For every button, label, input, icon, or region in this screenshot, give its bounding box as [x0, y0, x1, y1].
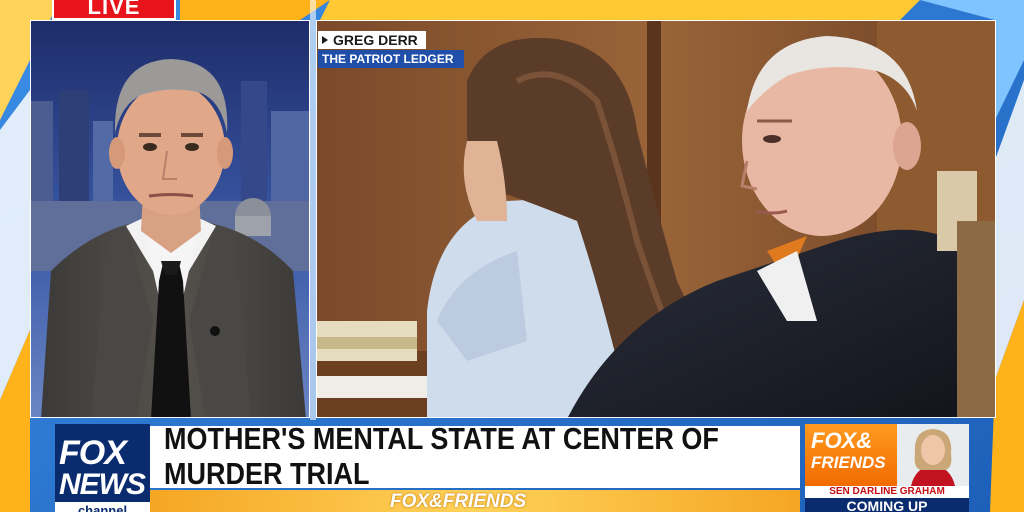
headline-text: MOTHER'S MENTAL STATE AT CENTER OF MURDE… [164, 422, 719, 491]
show-name: FOX&FRIENDS [390, 491, 527, 512]
photo-credit: GREG DERR THE PATRIOT LEDGER [318, 31, 464, 68]
play-triangle-icon [322, 36, 328, 44]
headline-banner: MOTHER'S MENTAL STATE AT CENTER OF MURDE… [150, 422, 800, 491]
fox-news-channel-logo: FOX NEWS channel [55, 424, 150, 512]
guest-video-feed [30, 20, 310, 418]
courtroom-video-feed [316, 20, 996, 418]
show-name-bar: FOX&FRIENDS [150, 490, 800, 512]
promo-logo-line2: FRIENDS [811, 453, 886, 472]
credit-name-tag: GREG DERR [318, 31, 426, 49]
coming-up-promo: FOX& FRIENDS SEN DARLINE GRAHAM COMING U… [805, 424, 969, 512]
credit-outlet: THE PATRIOT LEDGER [318, 50, 464, 68]
guest-video-image [31, 21, 309, 417]
courtroom-video-image [317, 21, 995, 417]
promo-guest-name: SEN DARLINE GRAHAM [805, 486, 969, 498]
live-badge: LIVE [52, 0, 176, 20]
promo-coming-up: COMING UP [805, 498, 969, 512]
promo-logo-line1: FOX& [811, 428, 873, 453]
credit-name: GREG DERR [333, 32, 418, 48]
logo-line-fox: FOX [59, 434, 127, 472]
guest-headshot [897, 424, 969, 486]
logo-line-channel: channel [55, 502, 150, 512]
logo-line-news: NEWS [59, 468, 146, 501]
fox-and-friends-logo: FOX& FRIENDS [805, 424, 897, 486]
live-label: LIVE [87, 0, 141, 19]
